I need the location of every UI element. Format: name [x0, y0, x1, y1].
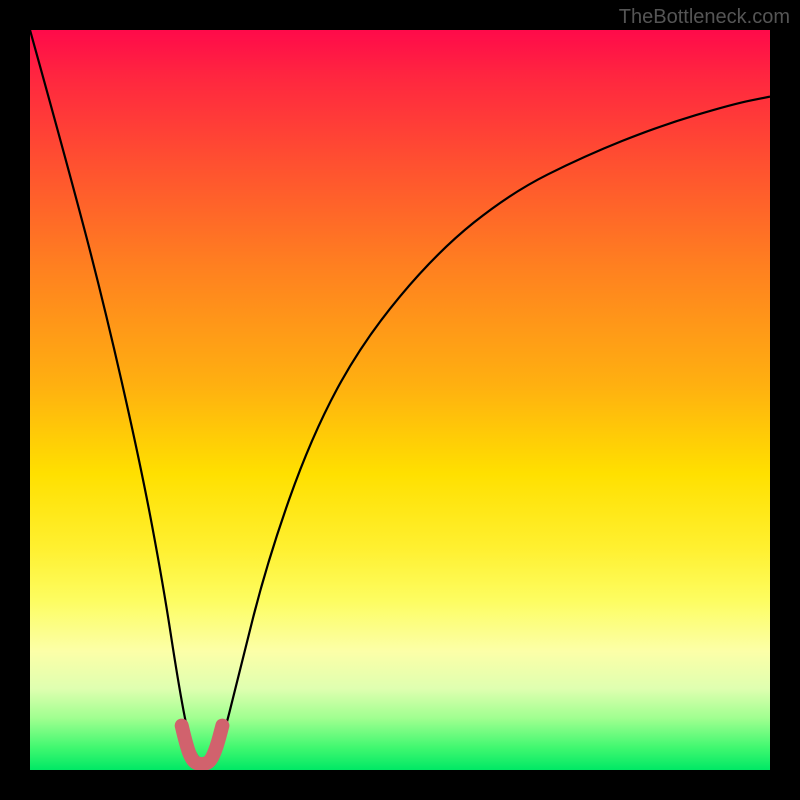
- chart-plot-area: [30, 30, 770, 770]
- watermark-text: TheBottleneck.com: [619, 6, 790, 29]
- highlight-segment: [182, 726, 223, 764]
- bottleneck-curve: [30, 30, 770, 763]
- chart-svg: [30, 30, 770, 770]
